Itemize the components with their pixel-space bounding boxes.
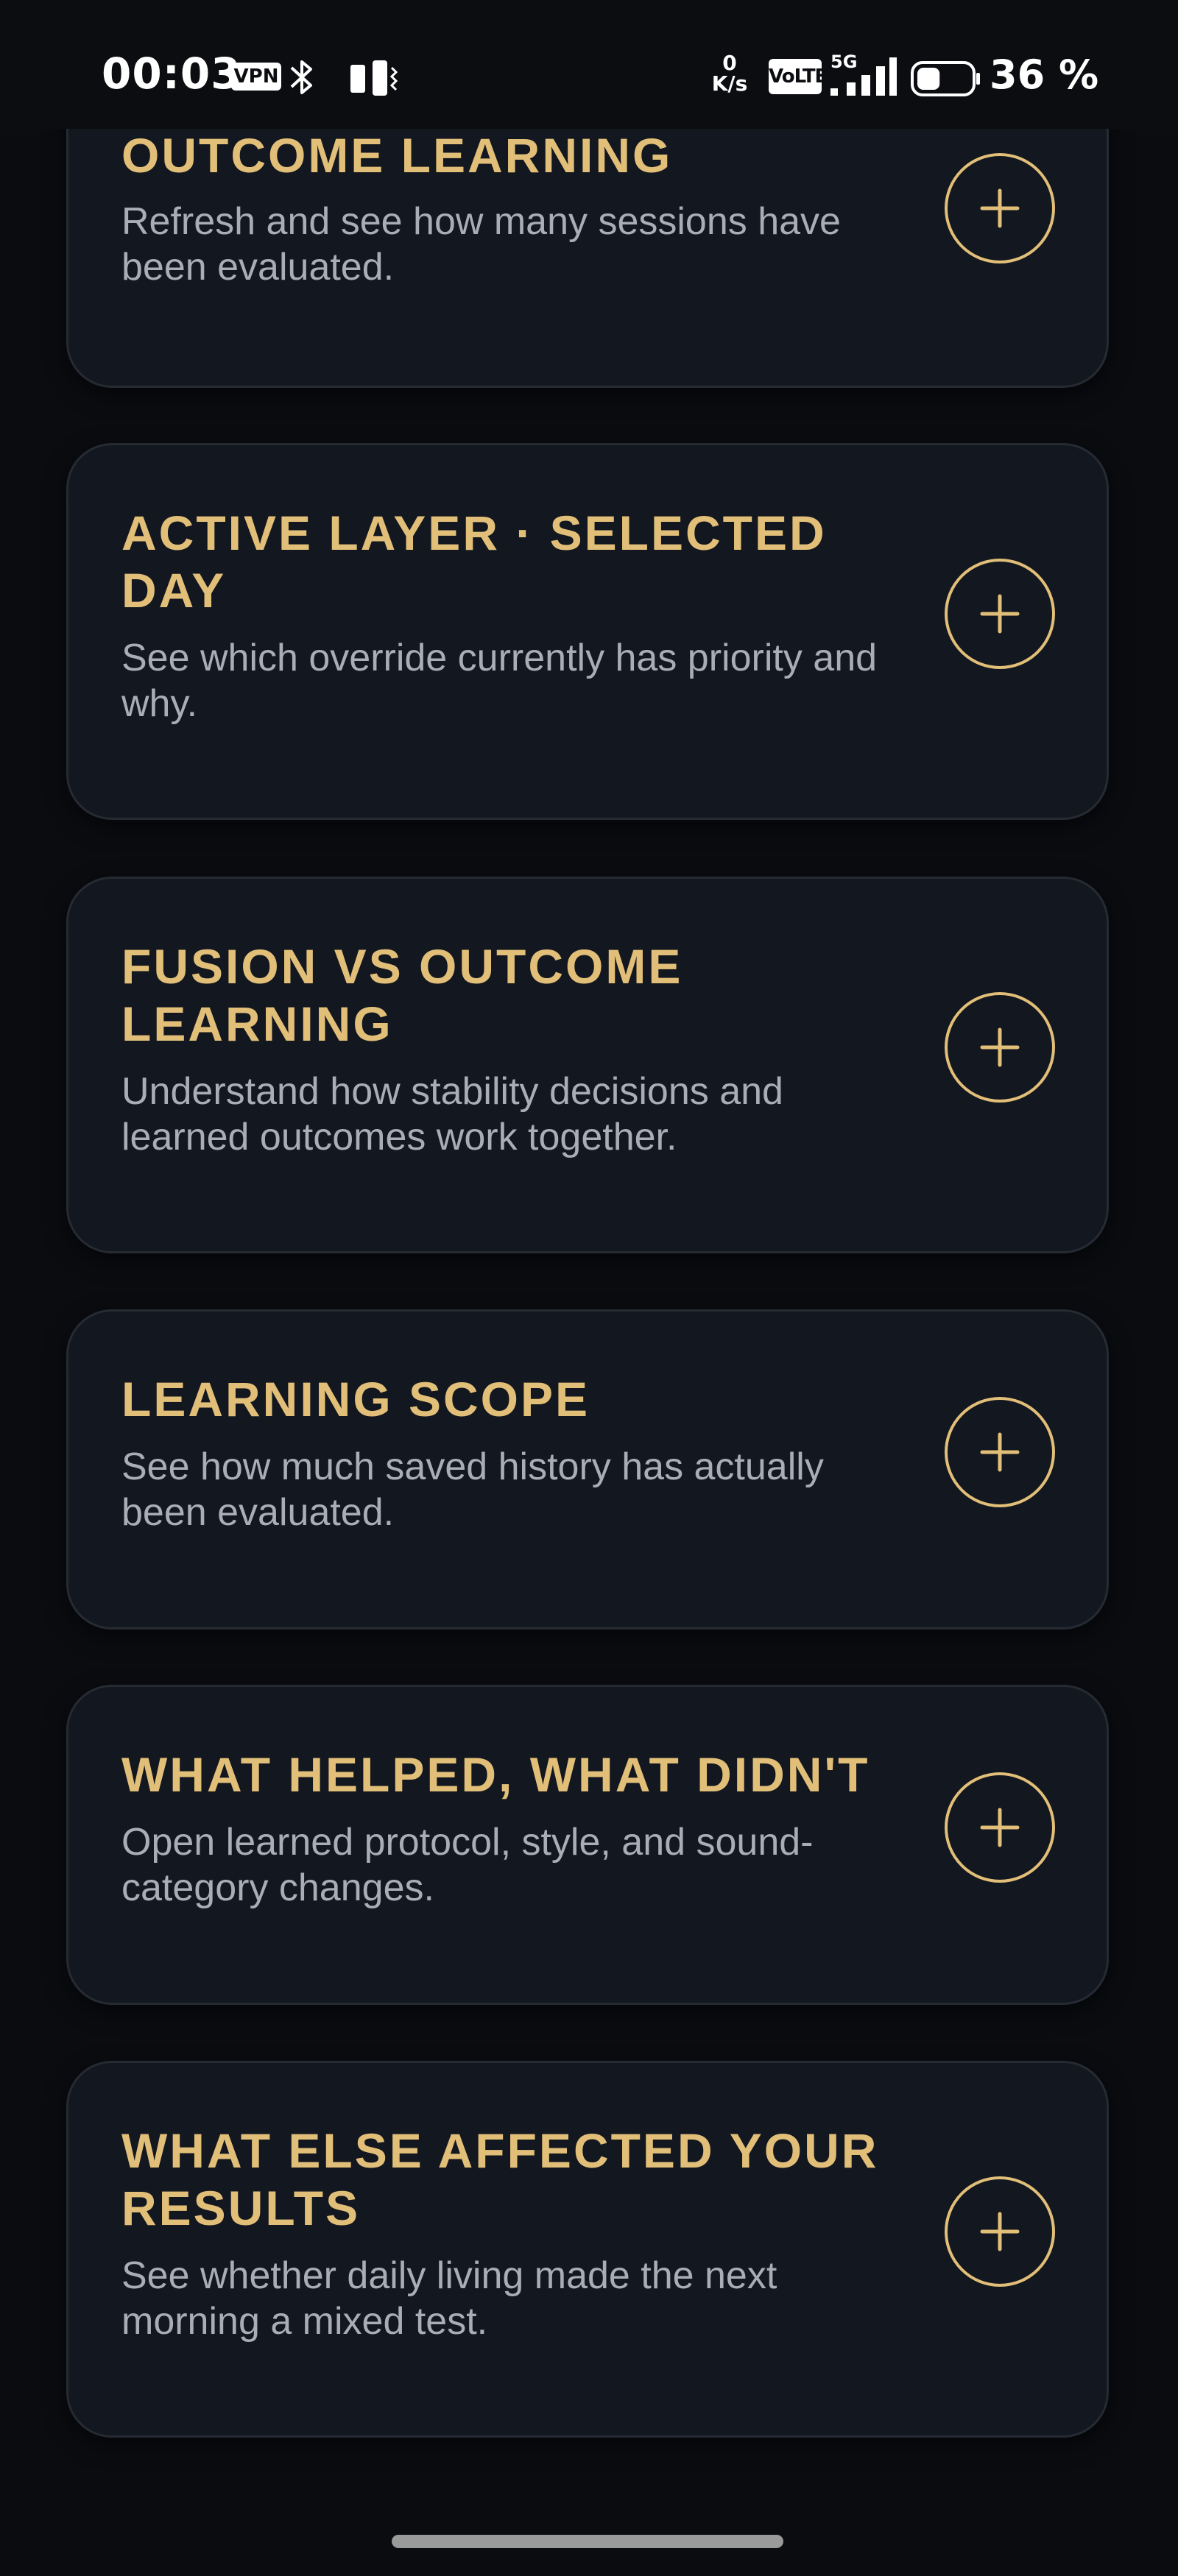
- expand-button[interactable]: [945, 559, 1055, 669]
- app-screen: 00:03 VPN 0 K/s VoLTE 5G 36 % OUTCOME LE…: [0, 0, 1178, 2576]
- expand-button[interactable]: [945, 153, 1055, 263]
- plus-icon: [980, 594, 1020, 634]
- card-title: WHAT HELPED, WHAT DIDN'T: [121, 1747, 870, 1802]
- plus-icon: [980, 2212, 1020, 2251]
- status-bar: 00:03 VPN 0 K/s VoLTE 5G 36 %: [0, 0, 1178, 129]
- card-what-else-affected[interactable]: WHAT ELSE AFFECTED YOUR RESULTS See whet…: [66, 2061, 1109, 2438]
- card-active-layer[interactable]: ACTIVE LAYER · SELECTED DAY See which ov…: [66, 443, 1109, 820]
- net-speed-value: 0: [722, 51, 737, 75]
- card-title: FUSION VS OUTCOME LEARNING: [121, 939, 683, 1051]
- plus-icon: [980, 188, 1020, 228]
- plus-icon: [980, 1808, 1020, 1847]
- battery-icon: [911, 61, 980, 96]
- card-description: Understand how stability decisions and l…: [121, 1070, 783, 1158]
- expand-button[interactable]: [945, 1772, 1055, 1883]
- status-time: 00:03: [102, 49, 241, 99]
- plus-icon: [980, 1432, 1020, 1472]
- card-title: LEARNING SCOPE: [121, 1372, 590, 1426]
- expand-button[interactable]: [945, 2176, 1055, 2287]
- card-description: See how much saved history has actually …: [121, 1446, 824, 1534]
- net-speed-unit: K/s: [711, 71, 748, 96]
- expand-button[interactable]: [945, 992, 1055, 1103]
- card-fusion-vs-outcome[interactable]: FUSION VS OUTCOME LEARNING Understand ho…: [66, 877, 1109, 1253]
- home-indicator[interactable]: [392, 2535, 783, 2548]
- card-description: Refresh and see how many sessions have b…: [121, 200, 841, 289]
- card-description: See which override currently has priorit…: [121, 637, 878, 725]
- volte-badge: VoLTE: [769, 59, 828, 94]
- card-description: Open learned protocol, style, and sound-…: [121, 1821, 814, 1909]
- card-title: ACTIVE LAYER · SELECTED DAY: [121, 506, 827, 618]
- card-what-helped[interactable]: WHAT HELPED, WHAT DIDN'T Open learned pr…: [66, 1685, 1109, 2005]
- plus-icon: [980, 1027, 1020, 1067]
- net-speed: 0 K/s: [705, 53, 754, 94]
- card-title: OUTCOME LEARNING: [121, 128, 673, 183]
- card-title: WHAT ELSE AFFECTED YOUR RESULTS: [121, 2123, 879, 2235]
- signal-icon: [830, 57, 897, 96]
- vpn-badge: VPN: [231, 63, 281, 91]
- battery-percent: 36 %: [990, 52, 1099, 98]
- bluetooth-icon: [290, 60, 312, 94]
- expand-button[interactable]: [945, 1397, 1055, 1507]
- card-description: See whether daily living made the next m…: [121, 2254, 777, 2343]
- vibrate-icon: [350, 60, 398, 96]
- card-learning-scope[interactable]: LEARNING SCOPE See how much saved histor…: [66, 1309, 1109, 1630]
- battery-fill: [917, 68, 940, 90]
